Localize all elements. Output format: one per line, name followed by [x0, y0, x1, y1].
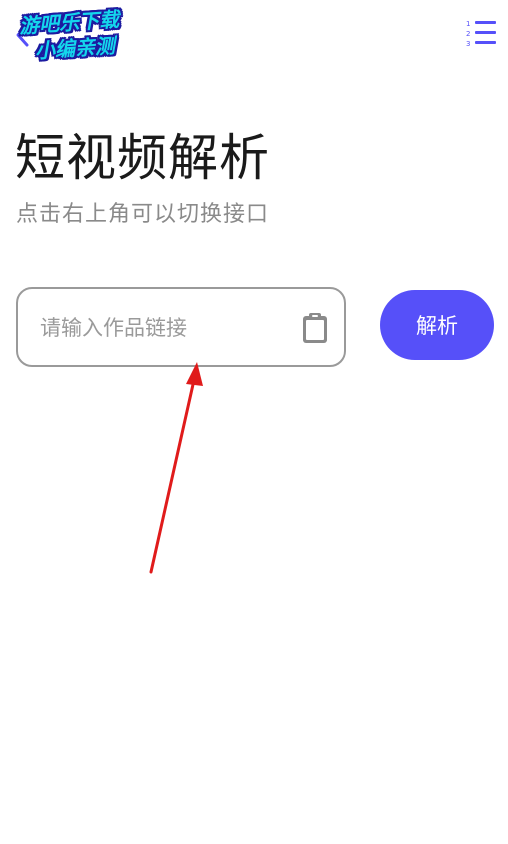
switch-interface-button[interactable]: 1 2 3	[462, 18, 498, 50]
numbered-list-icon: 1 2 3	[466, 20, 496, 48]
page-title: 短视频解析	[15, 129, 270, 187]
clipboard-icon	[303, 313, 327, 343]
menu-number-1: 1	[466, 20, 470, 28]
menu-number-2: 2	[466, 30, 470, 38]
watermark-line-1: 游吧乐下载	[18, 7, 120, 39]
watermark-line-2: 小编亲测	[34, 33, 116, 64]
link-input[interactable]	[40, 309, 290, 347]
link-input-container	[16, 287, 346, 367]
paste-button[interactable]	[300, 311, 330, 345]
parse-button[interactable]: 解析	[380, 290, 494, 360]
menu-number-3: 3	[466, 40, 470, 48]
watermark-logo: 游吧乐下载 小编亲测	[6, 3, 150, 69]
page-subtitle: 点击右上角可以切换接口	[16, 202, 270, 227]
